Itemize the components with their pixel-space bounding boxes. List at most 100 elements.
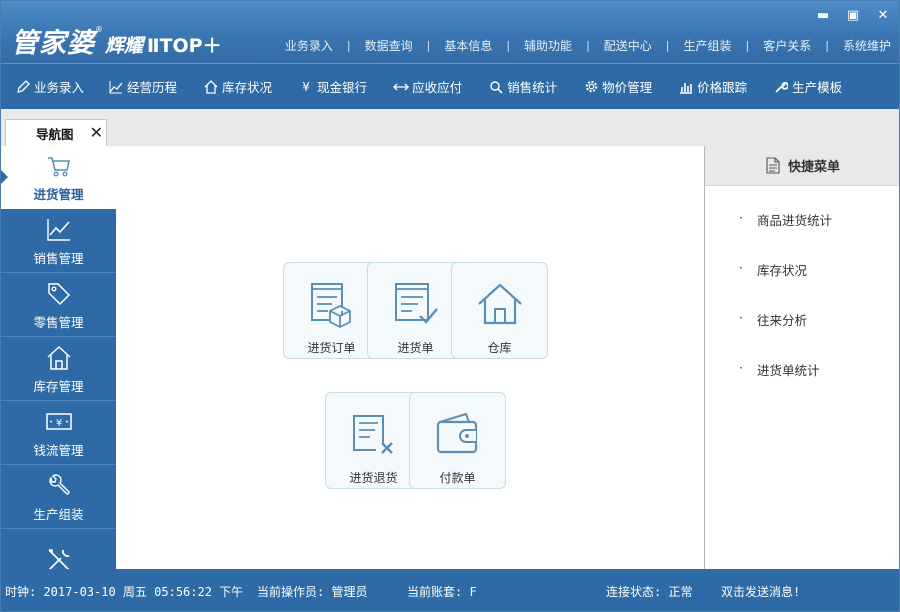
quick-menu-item[interactable]: 进货单统计 <box>739 360 819 379</box>
tile-label: 付款单 <box>439 471 476 485</box>
cart-icon <box>47 157 70 177</box>
nav-receivable-payable[interactable]: 应收应付 <box>367 64 462 110</box>
nav-label: 库存状况 <box>222 80 273 95</box>
nav-cash-bank[interactable]: ¥ 现金银行 <box>272 64 367 110</box>
brand-edition: 辉耀 <box>105 35 144 57</box>
tile-purchase-return[interactable]: 进货退货 <box>325 392 422 489</box>
top-menu-production-assembly[interactable]: 生产组装 <box>680 37 736 54</box>
yen-icon: ¥ <box>302 79 310 94</box>
tile-purchase-order[interactable]: 进货订单 <box>283 262 380 359</box>
tab-strip: 导航图 ✕ <box>1 109 899 146</box>
top-menu-basic-info[interactable]: 基本信息 <box>440 37 496 54</box>
money-icon: ¥ <box>45 412 72 430</box>
app-window: 管家婆 ® 辉耀 ⅡTOP＋ ▬ ▣ ✕ 业务录入 | 数据查询 | 基本信息 … <box>0 0 900 612</box>
nav-bar: 业务录入 经营历程 库存状况 ¥ 现金银行 应收应付 销售统计 物价管理 价格跟 <box>1 63 899 110</box>
send-message-link[interactable]: 双击发送消息! <box>721 583 800 600</box>
menu-separator: | <box>745 39 750 52</box>
tile-label: 进货单 <box>397 341 434 355</box>
maximize-button[interactable]: ▣ <box>841 6 865 24</box>
top-menu-data-query[interactable]: 数据查询 <box>361 37 417 54</box>
nav-label: 经营历程 <box>127 80 178 95</box>
document-icon <box>766 157 780 174</box>
nav-price-management[interactable]: 物价管理 <box>557 64 652 110</box>
quick-menu-item[interactable]: 库存状况 <box>739 260 807 279</box>
tile-warehouse[interactable]: 仓库 <box>451 262 548 359</box>
tag-icon <box>47 282 70 305</box>
nav-label: 生产模板 <box>792 80 843 95</box>
sidebar-item-purchase-management[interactable]: 进货管理 <box>1 146 116 209</box>
wrench-icon <box>48 473 70 495</box>
search-icon <box>488 79 504 95</box>
nav-label: 现金银行 <box>317 80 368 95</box>
quick-menu-header: 快捷菜单 <box>705 146 899 186</box>
bar-chart-icon <box>678 79 694 95</box>
nav-label: 业务录入 <box>34 80 85 95</box>
top-menu-system-maintenance[interactable]: 系统维护 <box>839 37 895 54</box>
edit-icon <box>15 79 31 95</box>
title-bar: 管家婆 ® 辉耀 ⅡTOP＋ ▬ ▣ ✕ 业务录入 | 数据查询 | 基本信息 … <box>1 1 899 63</box>
tab-close-icon[interactable]: ✕ <box>90 123 103 142</box>
tile-label: 进货退货 <box>349 471 398 485</box>
sidebar-item-retail-management[interactable]: 零售管理 <box>1 274 116 337</box>
wrench-icon <box>773 79 789 95</box>
nav-label: 价格跟踪 <box>697 80 748 95</box>
home-icon <box>203 79 219 95</box>
top-menu-customer-relations[interactable]: 客户关系 <box>759 37 815 54</box>
quick-menu-item[interactable]: 往来分析 <box>739 310 807 329</box>
brand-version: ⅡTOP＋ <box>147 35 222 57</box>
status-operator: 当前操作员: 管理员 <box>257 585 368 599</box>
minimize-button[interactable]: ▬ <box>811 6 835 24</box>
nav-price-tracking[interactable]: 价格跟踪 <box>652 64 747 110</box>
top-menu: 业务录入 | 数据查询 | 基本信息 | 辅助功能 | 配送中心 | 生产组装 … <box>281 37 895 54</box>
quick-menu-item[interactable]: 商品进货统计 <box>739 210 832 229</box>
registered-mark: ® <box>95 25 103 34</box>
menu-separator: | <box>665 39 670 52</box>
home-icon <box>46 345 71 370</box>
warehouse-icon <box>477 283 522 325</box>
brand-logo: 管家婆 ® 辉耀 ⅡTOP＋ <box>11 23 222 61</box>
status-bar: 时钟: 2017-03-10 周五 05:56:22 下午 当前操作员: 管理员… <box>1 569 899 611</box>
navigation-map-canvas: 进货订单 进货单 仓库 进货退货 付款单 <box>116 146 704 569</box>
nav-production-template[interactable]: 生产模板 <box>747 64 842 110</box>
menu-separator: | <box>586 39 590 52</box>
sidebar-item-label: 零售管理 <box>33 314 84 330</box>
wallet-icon <box>436 412 477 454</box>
nav-label: 物价管理 <box>602 80 653 95</box>
tab-navigation-map[interactable]: 导航图 ✕ <box>5 119 107 146</box>
nav-business-entry[interactable]: 业务录入 <box>1 64 84 110</box>
tile-label: 进货订单 <box>307 341 356 355</box>
sidebar-item-label: 生产组装 <box>33 506 84 522</box>
top-menu-business-entry[interactable]: 业务录入 <box>281 37 337 54</box>
nav-label: 销售统计 <box>507 80 558 95</box>
top-menu-distribution-center[interactable]: 配送中心 <box>600 37 656 54</box>
sidebar-item-inventory-management[interactable]: 库存管理 <box>1 338 116 401</box>
top-menu-aux-functions[interactable]: 辅助功能 <box>520 37 576 54</box>
nav-sales-statistics[interactable]: 销售统计 <box>462 64 557 110</box>
sidebar-item-label: 钱流管理 <box>33 442 84 458</box>
close-button[interactable]: ✕ <box>871 6 895 24</box>
menu-separator: | <box>506 39 511 52</box>
purchase-order-icon <box>310 283 351 329</box>
sidebar-item-label: 销售管理 <box>33 250 84 266</box>
sidebar-item-production-assembly[interactable]: 生产组装 <box>1 466 116 529</box>
tile-payment-bill[interactable]: 付款单 <box>409 392 506 489</box>
status-connection: 连接状态: 正常 <box>606 585 693 599</box>
sidebar-item-label: 进货管理 <box>33 187 84 202</box>
menu-separator: | <box>825 39 829 52</box>
sidebar: 进货管理 销售管理 零售管理 库存管理 ¥ 钱流管理 生产组装 <box>1 146 116 571</box>
sidebar-item-cashflow-management[interactable]: ¥ 钱流管理 <box>1 402 116 465</box>
trend-icon <box>46 218 70 241</box>
brand-name: 管家婆 <box>11 28 95 59</box>
sidebar-item-label: 库存管理 <box>33 378 84 394</box>
nav-inventory-status[interactable]: 库存状况 <box>177 64 272 110</box>
trend-icon <box>108 79 124 95</box>
menu-separator: | <box>426 39 431 52</box>
tile-label: 仓库 <box>487 341 512 355</box>
menu-separator: | <box>346 39 351 52</box>
nav-business-history[interactable]: 经营历程 <box>84 64 177 110</box>
sidebar-item-sales-management[interactable]: 销售管理 <box>1 210 116 273</box>
gear-icon <box>583 79 599 95</box>
tile-purchase-bill[interactable]: 进货单 <box>367 262 464 359</box>
purchase-bill-icon <box>394 283 438 324</box>
status-account: 当前账套: F <box>407 585 477 599</box>
